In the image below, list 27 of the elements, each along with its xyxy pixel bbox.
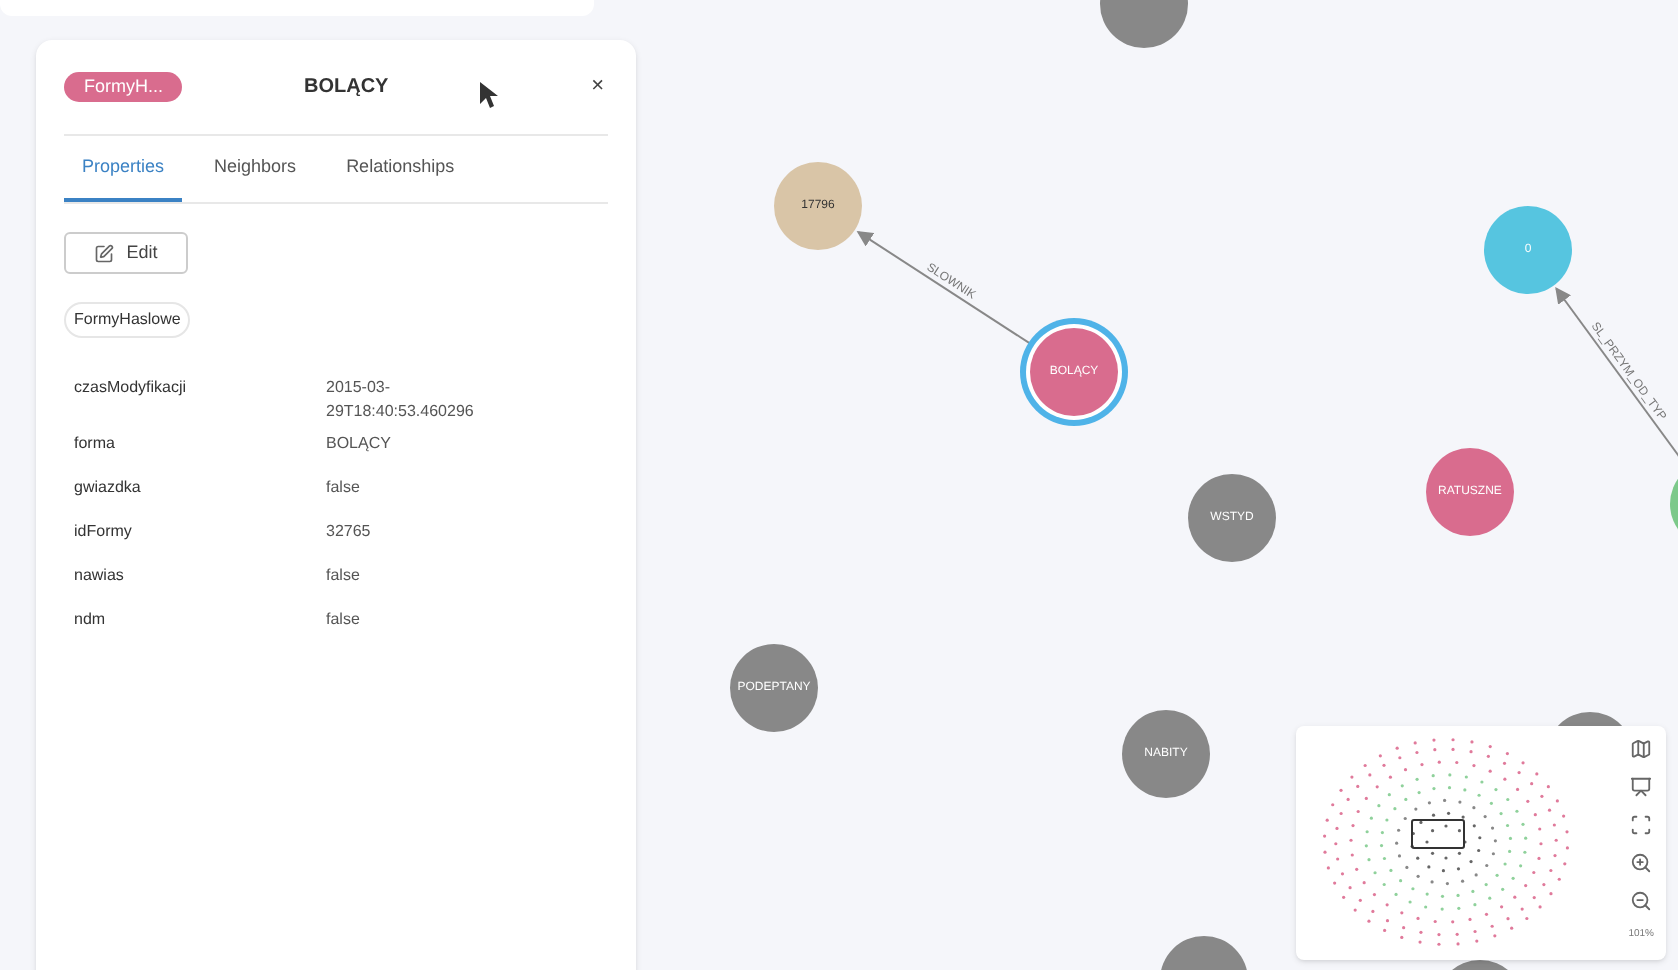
property-key: gwiazdka xyxy=(64,476,326,512)
presentation-icon[interactable] xyxy=(1630,776,1653,798)
property-value: 32765 xyxy=(326,520,371,544)
edit-icon xyxy=(94,243,115,263)
label-chip: FormyHaslowe xyxy=(64,302,191,338)
zoom-in-icon[interactable] xyxy=(1630,852,1653,874)
tab[interactable]: Neighbors xyxy=(196,136,315,202)
property-key: idFormy xyxy=(64,520,326,556)
property-value: false xyxy=(326,608,360,632)
label-badge: FormyH... xyxy=(64,71,182,103)
fit-view-icon[interactable] xyxy=(1630,814,1653,836)
property-key: forma xyxy=(64,432,326,468)
zoom-out-icon[interactable] xyxy=(1630,890,1653,912)
map-icon[interactable] xyxy=(1630,738,1653,760)
edit-button[interactable]: Edit xyxy=(64,232,188,274)
tab[interactable]: Properties xyxy=(64,136,183,202)
property-value: false xyxy=(326,564,360,588)
property-value: 2015-03- 29T18:40:53.460296 xyxy=(326,376,474,424)
property-value: false xyxy=(326,476,360,500)
property-key: czasModyfikacji xyxy=(64,376,326,424)
tab[interactable]: Relationships xyxy=(328,136,473,202)
property-key: nawias xyxy=(64,564,326,600)
property-value: BOLĄCY xyxy=(326,432,391,456)
close-button[interactable]: × xyxy=(591,70,604,104)
property-key: ndm xyxy=(64,608,326,644)
cursor-icon xyxy=(480,82,499,108)
node-title: BOLĄCY xyxy=(304,74,389,102)
